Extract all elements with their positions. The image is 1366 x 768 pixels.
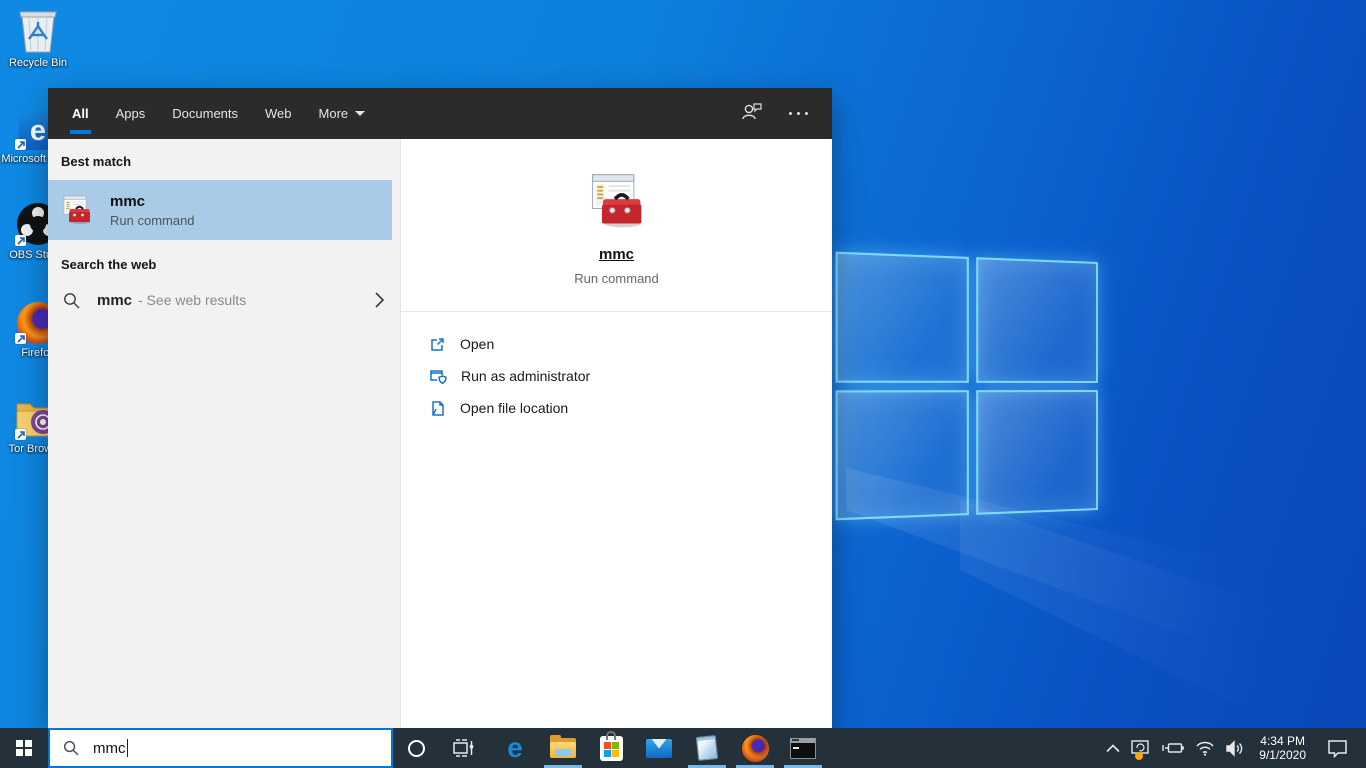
- preview-subtitle: Run command: [574, 271, 659, 286]
- search-web-section-label: Search the web: [61, 257, 400, 272]
- edge-icon: e: [507, 734, 523, 762]
- cortana-button[interactable]: [393, 728, 439, 768]
- action-center-icon: [1327, 739, 1348, 758]
- windows-desktop: Recycle Bin e Microsoft Edge OBS Studio: [0, 0, 1366, 768]
- desktop-icon-label: Recycle Bin: [0, 57, 76, 70]
- more-options-icon[interactable]: [789, 112, 808, 115]
- taskbar-clock[interactable]: 4:34 PM 9/1/2020: [1250, 728, 1315, 768]
- file-explorer-icon: [550, 738, 576, 758]
- search-filter-bar: All Apps Documents Web More: [48, 88, 832, 139]
- web-search-hint: - See web results: [138, 292, 246, 308]
- display-status-tray-icon[interactable]: [1125, 728, 1156, 768]
- windows-logo-pane: [976, 390, 1098, 515]
- tab-more[interactable]: More: [319, 88, 366, 139]
- wifi-tray-icon[interactable]: [1190, 728, 1220, 768]
- notification-dot: [1135, 752, 1143, 760]
- tab-documents[interactable]: Documents: [172, 88, 238, 139]
- best-match-section-label: Best match: [61, 154, 400, 169]
- mmc-icon-large: [587, 171, 647, 231]
- volume-tray-icon[interactable]: [1220, 728, 1250, 768]
- best-match-result-mmc[interactable]: mmc Run command: [48, 180, 392, 240]
- cortana-icon: [408, 740, 425, 757]
- chevron-right-icon: [373, 291, 385, 309]
- windows-logo-icon: [16, 740, 32, 756]
- text-caret: [127, 739, 128, 757]
- open-icon: [429, 336, 446, 353]
- taskbar-app-file-explorer[interactable]: [539, 728, 587, 768]
- mail-icon: [646, 739, 672, 758]
- shortcut-arrow-icon: [15, 429, 26, 440]
- microsoft-store-icon: [600, 736, 623, 761]
- tab-web[interactable]: Web: [265, 88, 292, 139]
- web-search-result[interactable]: mmc - See web results: [48, 282, 400, 318]
- chevron-up-icon: [1106, 744, 1120, 753]
- action-open[interactable]: Open: [429, 328, 832, 360]
- preview-title[interactable]: mmc: [599, 246, 634, 263]
- taskbar-pinned-apps: e: [491, 728, 827, 768]
- web-search-query: mmc: [97, 292, 132, 309]
- windows-logo-pane: [836, 390, 969, 521]
- taskbar-app-mail[interactable]: [635, 728, 683, 768]
- taskbar-app-firefox[interactable]: [731, 728, 779, 768]
- mmc-icon: [61, 194, 93, 226]
- shortcut-arrow-icon: [15, 333, 26, 344]
- file-location-icon: [429, 400, 446, 417]
- search-preview-pane: mmc Run command Open Run as administrato…: [400, 139, 832, 728]
- taskbar-app-edge[interactable]: e: [491, 728, 539, 768]
- clock-time: 4:34 PM: [1259, 734, 1306, 748]
- windows-logo-pane: [836, 252, 969, 383]
- battery-tray-icon[interactable]: [1156, 728, 1190, 768]
- windows-logo-pane: [976, 257, 1098, 382]
- admin-shield-icon: [429, 368, 447, 385]
- taskbar-search-box[interactable]: mmc: [48, 728, 393, 768]
- taskbar: mmc e 4:34 PM 9/1/2020: [0, 728, 1366, 768]
- battery-charging-icon: [1161, 740, 1185, 756]
- tab-all[interactable]: All: [72, 88, 89, 139]
- action-run-as-administrator[interactable]: Run as administrator: [429, 360, 832, 392]
- show-hidden-icons-button[interactable]: [1101, 728, 1125, 768]
- firefox-icon: [742, 735, 769, 762]
- search-icon: [63, 292, 80, 309]
- user-account-icon[interactable]: [741, 101, 763, 126]
- tab-apps[interactable]: Apps: [116, 88, 146, 139]
- best-match-subtitle: Run command: [110, 213, 195, 228]
- wifi-icon: [1195, 740, 1215, 756]
- shortcut-arrow-icon: [15, 235, 26, 246]
- volume-icon: [1225, 740, 1245, 757]
- task-view-button[interactable]: [439, 728, 487, 768]
- search-input-value: mmc: [93, 740, 126, 757]
- shortcut-arrow-icon: [15, 139, 26, 150]
- recycle-bin-icon: [0, 4, 76, 54]
- start-button[interactable]: [0, 728, 48, 768]
- action-center-button[interactable]: [1315, 728, 1360, 768]
- taskbar-app-store[interactable]: [587, 728, 635, 768]
- search-icon: [63, 740, 79, 756]
- chevron-down-icon: [355, 111, 365, 116]
- best-match-title: mmc: [110, 193, 195, 210]
- search-results-pane: Best match mmc Run command Search the we…: [48, 139, 400, 728]
- notepad-icon: [696, 735, 718, 761]
- taskbar-app-notepad[interactable]: [683, 728, 731, 768]
- taskbar-app-cmd[interactable]: [779, 728, 827, 768]
- desktop-icon-recycle-bin[interactable]: Recycle Bin: [0, 4, 76, 70]
- clock-date: 9/1/2020: [1259, 748, 1306, 762]
- command-prompt-icon: [790, 738, 816, 759]
- search-flyout: All Apps Documents Web More Best match m…: [48, 88, 832, 728]
- system-tray: 4:34 PM 9/1/2020: [1101, 728, 1366, 768]
- task-view-icon: [451, 737, 475, 759]
- windows-logo-wallpaper: [836, 252, 1098, 521]
- action-open-file-location[interactable]: Open file location: [429, 392, 832, 424]
